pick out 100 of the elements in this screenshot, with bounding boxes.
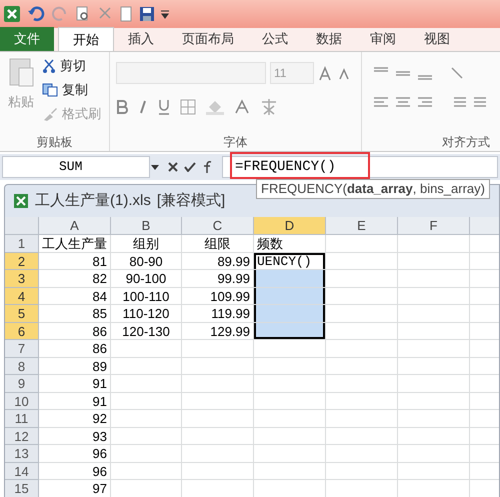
table-cell[interactable]: 91 — [39, 392, 111, 410]
table-cell[interactable] — [326, 288, 398, 305]
bold-icon[interactable] — [116, 100, 128, 114]
excel-logo-icon[interactable] — [3, 5, 21, 23]
row-header[interactable]: 12 — [5, 428, 39, 445]
table-cell[interactable] — [254, 375, 326, 392]
table-cell[interactable] — [326, 375, 398, 392]
table-cell[interactable] — [182, 445, 254, 462]
table-cell[interactable]: 120-130 — [111, 322, 182, 340]
select-all-button[interactable] — [5, 217, 39, 235]
table-cell[interactable] — [254, 358, 326, 375]
borders-icon[interactable] — [180, 99, 196, 115]
table-cell[interactable] — [398, 322, 470, 340]
row-header[interactable]: 4 — [5, 288, 39, 305]
table-cell[interactable] — [398, 410, 470, 428]
table-cell[interactable] — [254, 322, 326, 340]
undo-icon[interactable] — [27, 6, 45, 22]
row-header[interactable]: 13 — [5, 445, 39, 462]
table-cell[interactable]: 91 — [39, 375, 111, 392]
table-cell[interactable] — [254, 305, 326, 322]
table-cell[interactable] — [398, 392, 470, 410]
row-header[interactable]: 6 — [5, 322, 39, 340]
table-cell[interactable]: 组别 — [111, 235, 182, 252]
new-document-icon[interactable] — [119, 6, 133, 22]
table-cell[interactable] — [111, 428, 182, 445]
table-cell[interactable] — [326, 305, 398, 322]
table-cell[interactable] — [326, 410, 398, 428]
table-cell[interactable]: 82 — [39, 270, 111, 288]
table-cell[interactable] — [111, 392, 182, 410]
table-cell[interactable] — [326, 322, 398, 340]
ribbon-tab[interactable]: 开始 — [58, 27, 114, 51]
table-cell[interactable]: 92 — [39, 410, 111, 428]
table-cell[interactable] — [111, 358, 182, 375]
underline-icon[interactable] — [158, 99, 170, 115]
column-header[interactable]: E — [326, 217, 398, 235]
row-header[interactable]: 15 — [5, 480, 39, 497]
table-cell[interactable]: 97 — [39, 480, 111, 497]
row-header[interactable]: 9 — [5, 375, 39, 392]
table-cell[interactable] — [398, 375, 470, 392]
italic-icon[interactable] — [138, 100, 148, 114]
table-cell[interactable]: 96 — [39, 445, 111, 462]
formula-field[interactable]: =FREQUENCY() — [222, 156, 498, 178]
name-box[interactable]: SUM — [2, 156, 150, 178]
ribbon-tab[interactable]: 视图 — [410, 27, 464, 51]
row-header[interactable]: 1 — [5, 235, 39, 252]
table-cell[interactable]: UENCY() — [254, 252, 326, 270]
table-cell[interactable]: 86 — [39, 340, 111, 358]
table-cell[interactable]: 96 — [39, 462, 111, 480]
column-header[interactable]: B — [111, 217, 182, 235]
table-cell[interactable] — [398, 462, 470, 480]
row-header[interactable]: 2 — [5, 252, 39, 270]
table-cell[interactable] — [182, 375, 254, 392]
function-icon[interactable] — [202, 160, 214, 174]
table-cell[interactable] — [254, 445, 326, 462]
table-cell[interactable] — [182, 428, 254, 445]
row-header[interactable]: 11 — [5, 410, 39, 428]
column-header[interactable]: C — [182, 217, 254, 235]
dropdown-icon[interactable] — [150, 163, 160, 171]
table-cell[interactable]: 110-120 — [111, 305, 182, 322]
table-cell[interactable] — [326, 252, 398, 270]
table-cell[interactable] — [111, 410, 182, 428]
column-header[interactable]: A — [39, 217, 111, 235]
checkmark-icon[interactable] — [184, 162, 196, 172]
table-cell[interactable] — [182, 392, 254, 410]
table-cell[interactable]: 90-100 — [111, 270, 182, 288]
column-header[interactable] — [470, 217, 499, 235]
ribbon-tab[interactable]: 公式 — [248, 27, 302, 51]
table-cell[interactable] — [326, 340, 398, 358]
redo-icon[interactable] — [51, 6, 69, 22]
table-cell[interactable]: 81 — [39, 252, 111, 270]
ribbon-button[interactable]: 复制 — [62, 80, 88, 100]
table-cell[interactable]: 86 — [39, 322, 111, 340]
fill-color-icon[interactable] — [206, 99, 224, 115]
table-cell[interactable] — [111, 462, 182, 480]
table-cell[interactable] — [326, 358, 398, 375]
row-header[interactable]: 5 — [5, 305, 39, 322]
row-header[interactable]: 8 — [5, 358, 39, 375]
table-cell[interactable] — [254, 392, 326, 410]
table-cell[interactable] — [182, 410, 254, 428]
table-cell[interactable] — [254, 270, 326, 288]
column-header[interactable]: D — [254, 217, 326, 235]
table-cell[interactable]: 89 — [39, 358, 111, 375]
table-cell[interactable] — [398, 270, 470, 288]
table-cell[interactable] — [398, 445, 470, 462]
table-cell[interactable] — [398, 252, 470, 270]
table-cell[interactable] — [326, 270, 398, 288]
table-cell[interactable] — [398, 305, 470, 322]
ribbon-tab[interactable]: 页面布局 — [168, 27, 248, 51]
font-color-icon[interactable] — [234, 99, 250, 115]
save-icon[interactable] — [139, 6, 155, 22]
row-header[interactable]: 14 — [5, 462, 39, 480]
column-header[interactable]: F — [398, 217, 470, 235]
ribbon-tab[interactable]: 数据 — [302, 27, 356, 51]
table-cell[interactable] — [111, 340, 182, 358]
ribbon-tab[interactable]: 审阅 — [356, 27, 410, 51]
row-header[interactable]: 3 — [5, 270, 39, 288]
clipboard-icon[interactable] — [7, 56, 35, 88]
table-cell[interactable] — [254, 410, 326, 428]
table-cell[interactable]: 84 — [39, 288, 111, 305]
row-header[interactable]: 10 — [5, 392, 39, 410]
